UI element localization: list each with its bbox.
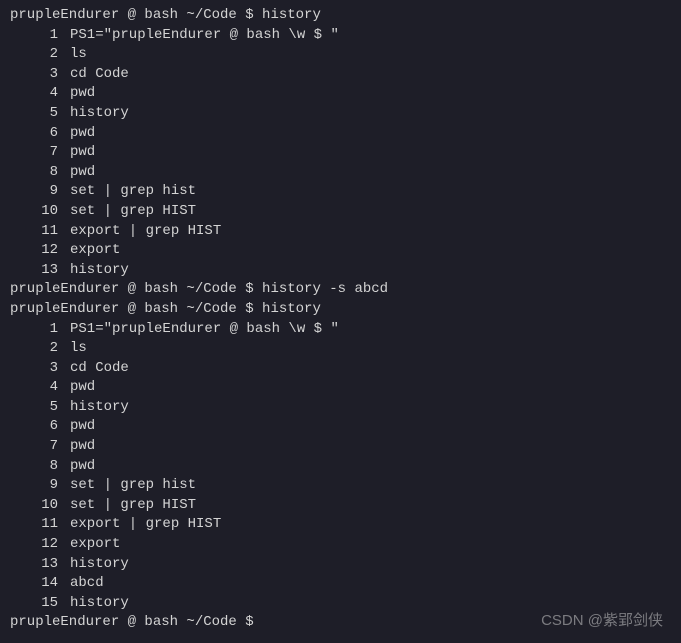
history-command: history bbox=[58, 104, 129, 124]
history-number: 13 bbox=[10, 261, 58, 281]
history-entry: 2ls bbox=[10, 339, 671, 359]
history-number: 2 bbox=[10, 45, 58, 65]
history-entry: 1PS1="prupleEndurer @ bash \w $ " bbox=[10, 320, 671, 340]
history-command: cd Code bbox=[58, 65, 129, 85]
prompt-line-active[interactable]: prupleEndurer @ bash ~/Code $ bbox=[10, 613, 671, 633]
history-number: 11 bbox=[10, 222, 58, 242]
history-number: 4 bbox=[10, 84, 58, 104]
history-command: pwd bbox=[58, 457, 95, 477]
command-input: history -s abcd bbox=[262, 281, 388, 297]
prompt: prupleEndurer @ bash ~/Code $ bbox=[10, 614, 262, 630]
history-command: abcd bbox=[58, 574, 104, 594]
history-command: set | grep hist bbox=[58, 476, 196, 496]
history-entry: 11export | grep HIST bbox=[10, 515, 671, 535]
command-input: history bbox=[262, 301, 321, 317]
history-entry: 6pwd bbox=[10, 124, 671, 144]
history-number: 14 bbox=[10, 574, 58, 594]
prompt-line[interactable]: prupleEndurer @ bash ~/Code $ history bbox=[10, 300, 671, 320]
history-number: 13 bbox=[10, 555, 58, 575]
history-command: pwd bbox=[58, 378, 95, 398]
history-command: pwd bbox=[58, 163, 95, 183]
history-entry: 9set | grep hist bbox=[10, 476, 671, 496]
history-number: 12 bbox=[10, 241, 58, 261]
history-command: pwd bbox=[58, 437, 95, 457]
history-entry: 4pwd bbox=[10, 84, 671, 104]
history-number: 8 bbox=[10, 163, 58, 183]
history-command: export bbox=[58, 535, 120, 555]
history-number: 5 bbox=[10, 104, 58, 124]
prompt-line[interactable]: prupleEndurer @ bash ~/Code $ history -s… bbox=[10, 280, 671, 300]
history-command: pwd bbox=[58, 143, 95, 163]
history-entry: 5history bbox=[10, 398, 671, 418]
history-number: 6 bbox=[10, 417, 58, 437]
history-entry: 10set | grep HIST bbox=[10, 202, 671, 222]
history-entry: 8pwd bbox=[10, 457, 671, 477]
history-command: PS1="prupleEndurer @ bash \w $ " bbox=[58, 320, 339, 340]
history-entry: 4pwd bbox=[10, 378, 671, 398]
history-command: set | grep HIST bbox=[58, 202, 196, 222]
history-number: 8 bbox=[10, 457, 58, 477]
history-number: 7 bbox=[10, 143, 58, 163]
history-output-1: 1PS1="prupleEndurer @ bash \w $ " 2ls 3c… bbox=[10, 26, 671, 281]
history-command: set | grep HIST bbox=[58, 496, 196, 516]
history-number: 9 bbox=[10, 476, 58, 496]
history-command: history bbox=[58, 594, 129, 614]
history-entry: 11export | grep HIST bbox=[10, 222, 671, 242]
history-command: export bbox=[58, 241, 120, 261]
history-number: 12 bbox=[10, 535, 58, 555]
history-entry: 12export bbox=[10, 241, 671, 261]
history-number: 1 bbox=[10, 26, 58, 46]
history-number: 10 bbox=[10, 202, 58, 222]
history-number: 6 bbox=[10, 124, 58, 144]
history-entry: 2ls bbox=[10, 45, 671, 65]
history-command: cd Code bbox=[58, 359, 129, 379]
history-number: 3 bbox=[10, 65, 58, 85]
history-command: history bbox=[58, 261, 129, 281]
command-input: history bbox=[262, 7, 321, 23]
history-entry: 12export bbox=[10, 535, 671, 555]
history-command: history bbox=[58, 555, 129, 575]
history-entry: 14abcd bbox=[10, 574, 671, 594]
history-command: PS1="prupleEndurer @ bash \w $ " bbox=[58, 26, 339, 46]
history-entry: 5history bbox=[10, 104, 671, 124]
history-entry: 7pwd bbox=[10, 143, 671, 163]
history-number: 9 bbox=[10, 182, 58, 202]
history-entry: 3cd Code bbox=[10, 65, 671, 85]
history-number: 7 bbox=[10, 437, 58, 457]
history-number: 4 bbox=[10, 378, 58, 398]
history-number: 10 bbox=[10, 496, 58, 516]
history-entry: 10set | grep HIST bbox=[10, 496, 671, 516]
history-entry: 1PS1="prupleEndurer @ bash \w $ " bbox=[10, 26, 671, 46]
history-entry: 3cd Code bbox=[10, 359, 671, 379]
history-entry: 13history bbox=[10, 555, 671, 575]
history-number: 3 bbox=[10, 359, 58, 379]
history-number: 15 bbox=[10, 594, 58, 614]
history-entry: 9set | grep hist bbox=[10, 182, 671, 202]
history-entry: 7pwd bbox=[10, 437, 671, 457]
history-command: export | grep HIST bbox=[58, 515, 221, 535]
history-entry: 6pwd bbox=[10, 417, 671, 437]
history-command: pwd bbox=[58, 124, 95, 144]
history-number: 1 bbox=[10, 320, 58, 340]
history-command: ls bbox=[58, 339, 87, 359]
history-command: export | grep HIST bbox=[58, 222, 221, 242]
history-number: 5 bbox=[10, 398, 58, 418]
prompt: prupleEndurer @ bash ~/Code $ bbox=[10, 301, 262, 317]
history-number: 2 bbox=[10, 339, 58, 359]
history-output-2: 1PS1="prupleEndurer @ bash \w $ " 2ls 3c… bbox=[10, 320, 671, 614]
history-command: pwd bbox=[58, 84, 95, 104]
history-command: history bbox=[58, 398, 129, 418]
history-command: ls bbox=[58, 45, 87, 65]
history-entry: 8pwd bbox=[10, 163, 671, 183]
history-entry: 15history bbox=[10, 594, 671, 614]
prompt: prupleEndurer @ bash ~/Code $ bbox=[10, 7, 262, 23]
history-command: pwd bbox=[58, 417, 95, 437]
history-entry: 13history bbox=[10, 261, 671, 281]
prompt: prupleEndurer @ bash ~/Code $ bbox=[10, 281, 262, 297]
terminal-output: prupleEndurer @ bash ~/Code $ history 1P… bbox=[10, 6, 671, 633]
history-number: 11 bbox=[10, 515, 58, 535]
history-command: set | grep hist bbox=[58, 182, 196, 202]
prompt-line[interactable]: prupleEndurer @ bash ~/Code $ history bbox=[10, 6, 671, 26]
